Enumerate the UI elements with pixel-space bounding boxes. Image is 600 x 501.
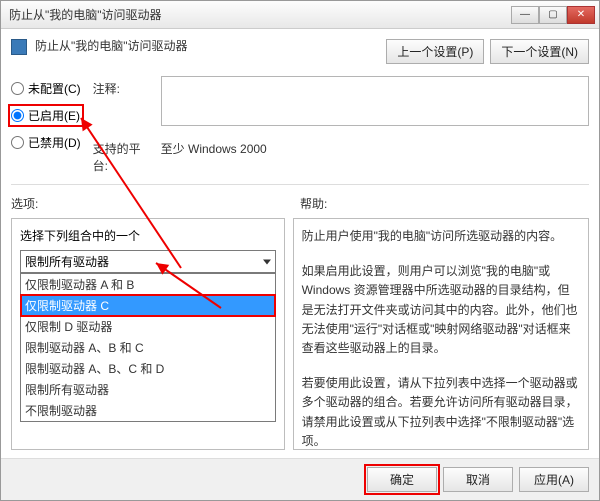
minimize-button[interactable]: — <box>511 6 539 24</box>
drive-select-wrap: 限制所有驱动器 仅限制驱动器 A 和 B 仅限制驱动器 C 仅限制 D 驱动器 … <box>20 250 276 273</box>
apply-button[interactable]: 应用(A) <box>519 467 589 492</box>
maximize-button[interactable]: ▢ <box>539 6 567 24</box>
platform-row: 支持的平台: 至少 Windows 2000 <box>93 136 589 174</box>
radio-enabled[interactable]: 已启用(E) <box>11 107 81 124</box>
radio-disabled-input[interactable] <box>11 136 24 149</box>
radio-unconfigured-input[interactable] <box>11 82 24 95</box>
comment-input[interactable] <box>161 76 589 126</box>
nav-row: 上一个设置(P) 下一个设置(N) <box>11 39 589 64</box>
prev-setting-button[interactable]: 上一个设置(P) <box>386 39 484 64</box>
drive-option-abcd[interactable]: 限制驱动器 A、B、C 和 D <box>21 358 275 379</box>
content-area: 防止从"我的电脑"访问驱动器 上一个设置(P) 下一个设置(N) 未配置(C) … <box>1 29 599 458</box>
section-labels: 选项: 帮助: <box>11 195 589 212</box>
platform-label: 支持的平台: <box>93 136 153 174</box>
help-p2: 如果启用此设置，则用户可以浏览"我的电脑"或 Windows 资源管理器中所选驱… <box>302 262 580 358</box>
drive-option-ab[interactable]: 仅限制驱动器 A 和 B <box>21 274 275 295</box>
fields-column: 注释: 支持的平台: 至少 Windows 2000 <box>93 76 589 174</box>
cancel-button[interactable]: 取消 <box>443 467 513 492</box>
drive-option-none[interactable]: 不限制驱动器 <box>21 400 275 421</box>
options-panel: 选择下列组合中的一个 限制所有驱动器 仅限制驱动器 A 和 B 仅限制驱动器 C… <box>11 218 285 450</box>
radio-disabled[interactable]: 已禁用(D) <box>11 134 81 151</box>
next-setting-button[interactable]: 下一个设置(N) <box>490 39 589 64</box>
radio-disabled-label: 已禁用(D) <box>28 134 81 151</box>
dialog-window: 防止从"我的电脑"访问驱动器 — ▢ ✕ 防止从"我的电脑"访问驱动器 上一个设… <box>0 0 600 501</box>
drive-select[interactable]: 限制所有驱动器 <box>20 250 276 273</box>
lower-panels: 选择下列组合中的一个 限制所有驱动器 仅限制驱动器 A 和 B 仅限制驱动器 C… <box>11 218 589 450</box>
help-label: 帮助: <box>300 195 589 212</box>
comment-row: 注释: <box>93 76 589 126</box>
radio-enabled-input[interactable] <box>11 109 24 122</box>
help-p1: 防止用户使用"我的电脑"访问所选驱动器的内容。 <box>302 227 580 246</box>
drive-option-abc[interactable]: 限制驱动器 A、B 和 C <box>21 337 275 358</box>
radio-unconfigured-label: 未配置(C) <box>28 80 81 97</box>
titlebar[interactable]: 防止从"我的电脑"访问驱动器 — ▢ ✕ <box>1 1 599 29</box>
window-title: 防止从"我的电脑"访问驱动器 <box>5 6 511 23</box>
drive-option-all[interactable]: 限制所有驱动器 <box>21 379 275 400</box>
platform-value: 至少 Windows 2000 <box>161 136 589 157</box>
config-area: 未配置(C) 已启用(E) 已禁用(D) 注释: 支持的平台: <box>11 76 589 174</box>
radio-group: 未配置(C) 已启用(E) 已禁用(D) <box>11 76 81 174</box>
drive-dropdown: 仅限制驱动器 A 和 B 仅限制驱动器 C 仅限制 D 驱动器 限制驱动器 A、… <box>20 273 276 422</box>
help-p3: 若要使用此设置，请从下拉列表中选择一个驱动器或多个驱动器的组合。若要允许访问所有… <box>302 374 580 450</box>
window-buttons: — ▢ ✕ <box>511 6 595 24</box>
footer: 确定 取消 应用(A) <box>1 458 599 500</box>
ok-button[interactable]: 确定 <box>367 467 437 492</box>
options-label: 选项: <box>11 195 300 212</box>
close-button[interactable]: ✕ <box>567 6 595 24</box>
divider <box>11 184 589 185</box>
radio-unconfigured[interactable]: 未配置(C) <box>11 80 81 97</box>
drive-option-d[interactable]: 仅限制 D 驱动器 <box>21 316 275 337</box>
help-panel[interactable]: 防止用户使用"我的电脑"访问所选驱动器的内容。 如果启用此设置，则用户可以浏览"… <box>293 218 589 450</box>
options-prompt: 选择下列组合中的一个 <box>20 227 276 244</box>
drive-option-c[interactable]: 仅限制驱动器 C <box>21 295 275 316</box>
comment-label: 注释: <box>93 76 153 97</box>
radio-enabled-label: 已启用(E) <box>28 107 80 124</box>
